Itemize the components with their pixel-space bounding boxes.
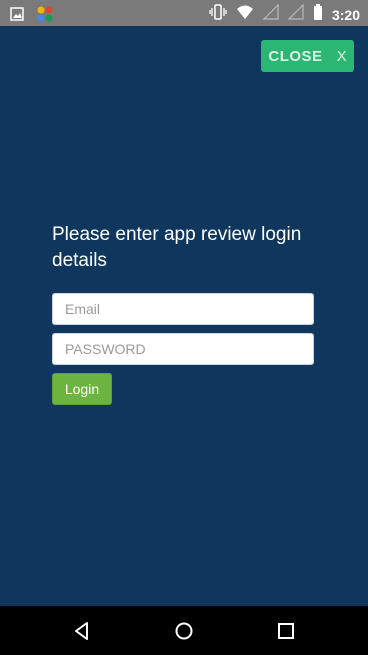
close-label: CLOSE <box>268 47 323 65</box>
image-icon <box>10 7 24 26</box>
status-bar: 3:20 <box>0 0 368 26</box>
close-button[interactable]: CLOSE X <box>261 40 354 72</box>
signal-icon <box>287 3 304 25</box>
home-icon[interactable] <box>171 618 197 644</box>
form-title: Please enter app review login details <box>52 224 302 271</box>
app-icon <box>36 5 54 28</box>
login-screen: CLOSE X Please enter app review login de… <box>0 26 368 606</box>
battery-icon <box>313 4 323 25</box>
wifi-icon <box>236 4 254 25</box>
back-icon[interactable] <box>69 618 95 644</box>
navigation-bar <box>0 606 368 655</box>
login-button[interactable]: Login <box>52 373 112 405</box>
close-icon: X <box>336 47 347 65</box>
clock: 3:20 <box>331 6 360 23</box>
vibrate-icon <box>209 4 227 25</box>
recents-icon[interactable] <box>273 618 299 644</box>
email-field[interactable] <box>52 293 314 325</box>
signal-icon <box>262 3 279 25</box>
password-field[interactable] <box>52 333 314 365</box>
